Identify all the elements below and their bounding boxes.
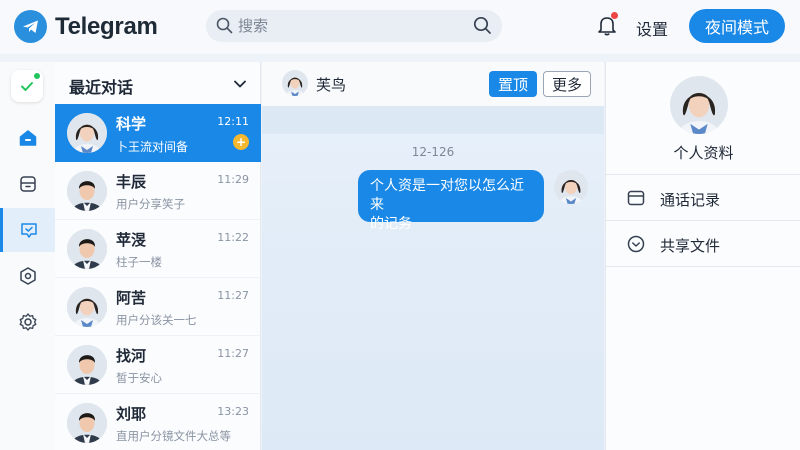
chat-item-4[interactable]: 找河 11:27 皙于安心 (55, 336, 261, 394)
message-bubble[interactable]: 个人资是一对您以怎么近来 的记务 (358, 170, 544, 232)
message-text-line: 个人资是一对您以怎么近来 (370, 178, 524, 213)
hexagon-icon[interactable] (0, 254, 55, 298)
top-bar: Telegram 设置 夜间模式 (0, 0, 800, 54)
telegram-logo-icon (14, 10, 47, 43)
icon-rail (0, 62, 55, 450)
chat-preview: 用户分该关一七 (116, 313, 197, 327)
app-logo[interactable]: Telegram (14, 10, 158, 43)
chat-item-5[interactable]: 刘耶 13:23 直用户分镜文件大总等 (55, 394, 261, 450)
profile-title: 个人资料 (673, 144, 734, 162)
avatar (67, 171, 107, 211)
chat-list-header[interactable]: 最近对话 (55, 62, 261, 104)
chat-time: 11:22 (217, 231, 249, 244)
chat-list-panel: 最近对话 科学 12:11 卜王流对间备 + 丰辰 11:29 用户分享笑子 苹… (55, 62, 261, 450)
night-mode-button[interactable]: 夜间模式 (689, 9, 785, 43)
chat-preview: 直用户分镜文件大总等 (116, 429, 231, 443)
chats-icon[interactable] (0, 208, 55, 252)
chat-name: 找河 (116, 347, 147, 365)
chat-preview: 卜王流对间备 (116, 140, 189, 154)
gear-icon[interactable] (0, 300, 55, 344)
status-check-icon[interactable] (11, 70, 43, 102)
sender-avatar (554, 170, 588, 204)
contact-name[interactable]: 芙鸟 (316, 74, 346, 95)
chat-name: 丰辰 (116, 173, 147, 191)
chat-time: 11:29 (217, 173, 249, 186)
profile-avatar[interactable] (670, 76, 728, 134)
archive-icon (626, 188, 646, 212)
chat-preview: 柱子一楼 (116, 255, 162, 269)
notification-bell-icon[interactable] (596, 12, 618, 40)
pin-button[interactable]: 置顶 (489, 71, 537, 97)
search-bar (206, 10, 502, 42)
chat-time: 11:27 (217, 289, 249, 302)
app-name: Telegram (55, 12, 158, 40)
chat-preview: 皙于安心 (116, 371, 162, 385)
search-input[interactable] (238, 14, 468, 38)
chat-time: 11:27 (217, 347, 249, 360)
chat-time: 12:11 (217, 115, 249, 128)
call-history-row[interactable]: 通话记录 (606, 174, 800, 220)
shared-files-row[interactable]: 共享文件 (606, 220, 800, 266)
chat-preview: 用户分享笑子 (116, 197, 185, 211)
chat-item-0[interactable]: 科学 12:11 卜王流对间备 + (55, 104, 261, 162)
conversation-panel: 芙鸟 置顶 更多 12-126 个人资是一对您以怎么近来 的记务 (262, 62, 604, 450)
unread-badge: + (233, 134, 249, 150)
chevron-down-icon[interactable] (233, 76, 247, 95)
inbox-icon[interactable] (0, 162, 55, 206)
search-icon (216, 17, 233, 38)
avatar (67, 403, 107, 443)
chat-list-title: 最近对话 (69, 78, 134, 97)
notification-dot (611, 12, 618, 19)
profile-panel: 个人资料 通话记录 共享文件 (605, 62, 800, 450)
chat-name: 刘耶 (116, 405, 147, 423)
chat-item-3[interactable]: 阿苦 11:27 用户分该关一七 (55, 278, 261, 336)
conversation-header: 芙鸟 置顶 更多 (262, 62, 604, 106)
date-separator: 12-126 (411, 145, 455, 159)
contact-avatar[interactable] (282, 70, 308, 96)
avatar (67, 229, 107, 269)
chat-item-2[interactable]: 苹渂 11:22 柱子一楼 (55, 220, 261, 278)
search-submit-icon[interactable] (473, 16, 492, 39)
avatar (67, 113, 107, 153)
chat-name: 苹渂 (116, 231, 147, 249)
chat-name: 科学 (116, 115, 147, 133)
shared-files-label: 共享文件 (660, 237, 721, 255)
conversation-toolbar-strip (262, 106, 604, 134)
chat-time: 13:23 (217, 405, 249, 418)
more-button[interactable]: 更多 (543, 71, 591, 97)
call-history-label: 通话记录 (660, 191, 721, 209)
message-text-line: 的记务 (370, 216, 412, 232)
avatar (67, 345, 107, 385)
chat-item-1[interactable]: 丰辰 11:29 用户分享笑子 (55, 162, 261, 220)
avatar (67, 287, 107, 327)
home-icon[interactable] (0, 116, 55, 160)
online-dot (34, 73, 40, 79)
divider (606, 266, 800, 267)
settings-link[interactable]: 设置 (636, 16, 668, 40)
chat-name: 阿苦 (116, 289, 147, 307)
chevron-circle-icon (626, 234, 646, 258)
